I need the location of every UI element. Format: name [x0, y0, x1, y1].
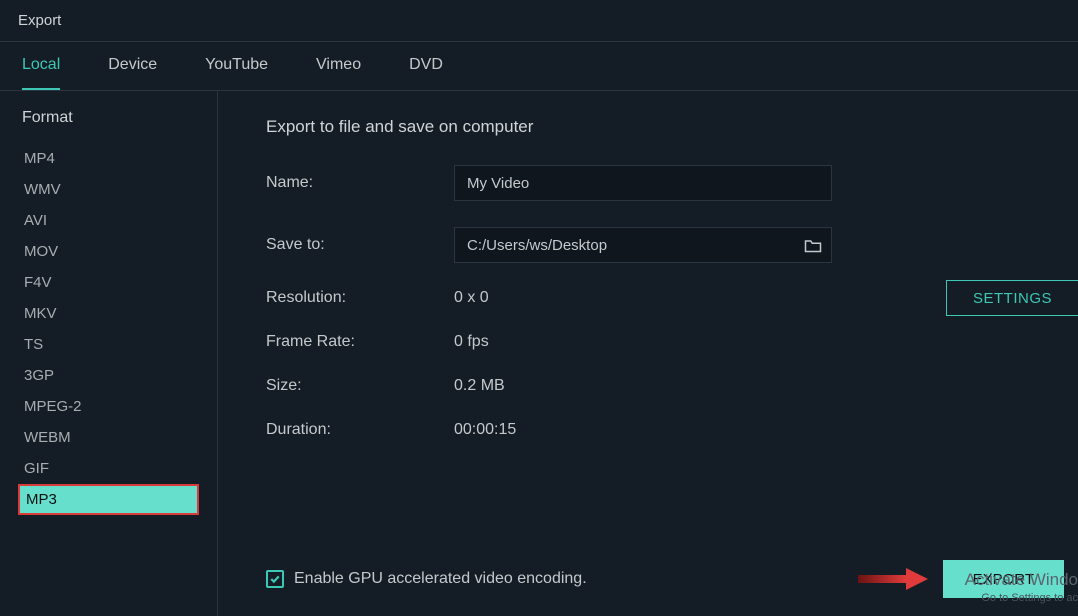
content-area: Format MP4 WMV AVI MOV F4V MKV TS 3GP MP…	[0, 91, 1078, 616]
format-item-3gp[interactable]: 3GP	[18, 360, 199, 391]
export-tabs: Local Device YouTube Vimeo DVD	[0, 42, 1078, 91]
format-item-mp3[interactable]: MP3	[18, 484, 199, 515]
name-label: Name:	[266, 174, 454, 192]
dialog-header: Export	[0, 0, 1078, 42]
row-framerate: Frame Rate: 0 fps	[266, 333, 1040, 351]
tab-youtube[interactable]: YouTube	[205, 56, 268, 90]
tab-device[interactable]: Device	[108, 56, 157, 90]
tab-dvd[interactable]: DVD	[409, 56, 443, 90]
gpu-checkbox[interactable]	[266, 570, 284, 588]
row-resolution: Resolution: 0 x 0 SETTINGS	[266, 289, 1040, 307]
bottom-row: Enable GPU accelerated video encoding. E…	[266, 560, 1064, 598]
saveto-label: Save to:	[266, 236, 454, 254]
resolution-label: Resolution:	[266, 289, 454, 307]
arrow-annotation-icon	[858, 564, 928, 594]
format-item-f4v[interactable]: F4V	[18, 267, 199, 298]
row-saveto: Save to:	[266, 227, 1040, 263]
framerate-label: Frame Rate:	[266, 333, 454, 351]
duration-label: Duration:	[266, 421, 454, 439]
name-input[interactable]	[454, 165, 832, 201]
format-sidebar: Format MP4 WMV AVI MOV F4V MKV TS 3GP MP…	[0, 91, 218, 616]
settings-button[interactable]: SETTINGS	[946, 280, 1078, 316]
saveto-input[interactable]	[454, 227, 832, 263]
export-button[interactable]: EXPORT	[943, 560, 1064, 598]
dialog-title: Export	[18, 12, 61, 29]
format-list: MP4 WMV AVI MOV F4V MKV TS 3GP MPEG-2 WE…	[18, 143, 199, 515]
row-name: Name:	[266, 165, 1040, 201]
size-value: 0.2 MB	[454, 377, 505, 395]
tab-local[interactable]: Local	[22, 56, 60, 90]
format-item-mp4[interactable]: MP4	[18, 143, 199, 174]
tab-vimeo[interactable]: Vimeo	[316, 56, 361, 90]
resolution-value: 0 x 0	[454, 289, 489, 307]
gpu-checkbox-label: Enable GPU accelerated video encoding.	[294, 570, 587, 588]
format-item-gif[interactable]: GIF	[18, 453, 199, 484]
format-item-mkv[interactable]: MKV	[18, 298, 199, 329]
gpu-checkbox-wrap: Enable GPU accelerated video encoding.	[266, 570, 587, 588]
saveto-wrap	[454, 227, 832, 263]
row-size: Size: 0.2 MB	[266, 377, 1040, 395]
format-item-avi[interactable]: AVI	[18, 205, 199, 236]
framerate-value: 0 fps	[454, 333, 489, 351]
main-panel: Export to file and save on computer Name…	[218, 91, 1078, 616]
row-duration: Duration: 00:00:15	[266, 421, 1040, 439]
main-title: Export to file and save on computer	[266, 117, 1040, 137]
format-item-wmv[interactable]: WMV	[18, 174, 199, 205]
format-item-mov[interactable]: MOV	[18, 236, 199, 267]
format-item-ts[interactable]: TS	[18, 329, 199, 360]
size-label: Size:	[266, 377, 454, 395]
duration-value: 00:00:15	[454, 421, 516, 439]
format-heading: Format	[18, 109, 199, 127]
format-item-webm[interactable]: WEBM	[18, 422, 199, 453]
folder-icon[interactable]	[804, 238, 822, 252]
format-item-mpeg2[interactable]: MPEG-2	[18, 391, 199, 422]
